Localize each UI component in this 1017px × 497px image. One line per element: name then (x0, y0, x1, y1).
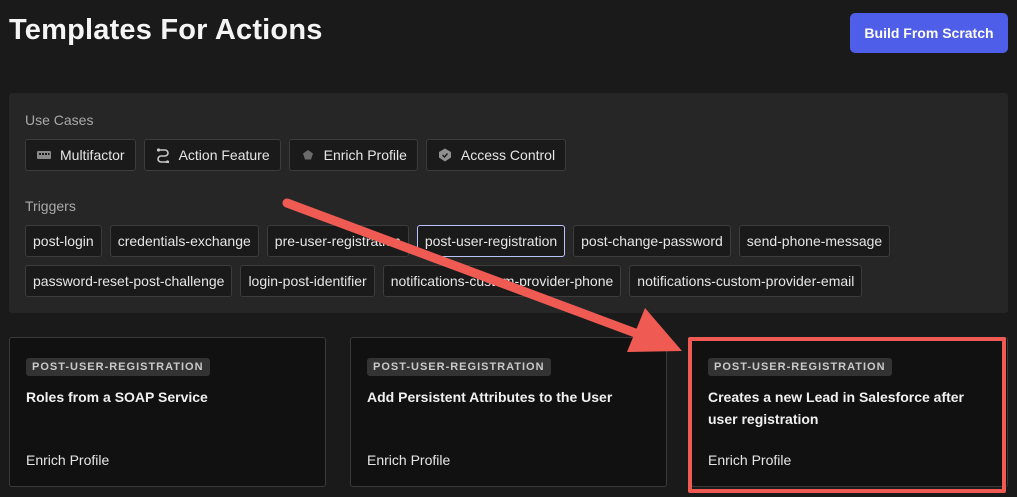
filters-panel: Use Cases Multifactor Action Feature Enr… (9, 93, 1008, 313)
trigger-post-change-password[interactable]: post-change-password (573, 225, 731, 257)
trigger-post-user-registration[interactable]: post-user-registration (416, 225, 566, 257)
template-card[interactable]: POST-USER-REGISTRATION Roles from a SOAP… (9, 337, 326, 487)
use-case-label: Access Control (460, 147, 556, 163)
trigger-password-reset-post-challenge[interactable]: password-reset-post-challenge (25, 265, 233, 297)
triggers-row-1: post-login credentials-exchange pre-user… (25, 225, 891, 257)
use-case-access-control[interactable]: Access Control (425, 139, 567, 171)
triggers-label: Triggers (25, 198, 76, 214)
trigger-badge: POST-USER-REGISTRATION (26, 358, 210, 376)
shield-icon (437, 147, 453, 163)
use-cases-chips: Multifactor Action Feature Enrich Profil… (25, 139, 567, 171)
card-title: Creates a new Lead in Salesforce after u… (708, 389, 964, 427)
triggers-row-2: password-reset-post-challenge login-post… (25, 265, 863, 297)
pentagon-icon (300, 147, 316, 163)
trigger-login-post-identifier[interactable]: login-post-identifier (240, 265, 375, 297)
trigger-notifications-custom-provider-email[interactable]: notifications-custom-provider-email (629, 265, 863, 297)
card-category: Enrich Profile (708, 452, 792, 468)
template-card[interactable]: POST-USER-REGISTRATION Add Persistent At… (350, 337, 667, 487)
card-title: Roles from a SOAP Service (26, 389, 208, 405)
use-case-enrich-profile[interactable]: Enrich Profile (288, 139, 418, 171)
use-case-multifactor[interactable]: Multifactor (25, 139, 136, 171)
flow-icon (155, 147, 171, 164)
template-card[interactable]: POST-USER-REGISTRATION Creates a new Lea… (691, 337, 1008, 487)
card-category: Enrich Profile (26, 452, 110, 468)
use-case-label: Enrich Profile (323, 147, 407, 163)
trigger-badge: POST-USER-REGISTRATION (708, 358, 892, 376)
trigger-notifications-custom-provider-phone[interactable]: notifications-custom-provider-phone (382, 265, 622, 297)
use-cases-label: Use Cases (25, 112, 94, 128)
trigger-send-phone-message[interactable]: send-phone-message (738, 225, 891, 257)
card-title: Add Persistent Attributes to the User (367, 389, 613, 405)
build-from-scratch-button[interactable]: Build From Scratch (850, 13, 1008, 53)
trigger-badge: POST-USER-REGISTRATION (367, 358, 551, 376)
use-case-label: Multifactor (60, 147, 125, 163)
trigger-pre-user-registration[interactable]: pre-user-registration (266, 225, 409, 257)
use-case-action-feature[interactable]: Action Feature (143, 139, 281, 171)
keypad-icon (36, 147, 52, 163)
card-category: Enrich Profile (367, 452, 451, 468)
page-title: Templates For Actions (9, 14, 323, 46)
trigger-credentials-exchange[interactable]: credentials-exchange (109, 225, 259, 257)
trigger-post-login[interactable]: post-login (25, 225, 102, 257)
use-case-label: Action Feature (178, 147, 270, 163)
